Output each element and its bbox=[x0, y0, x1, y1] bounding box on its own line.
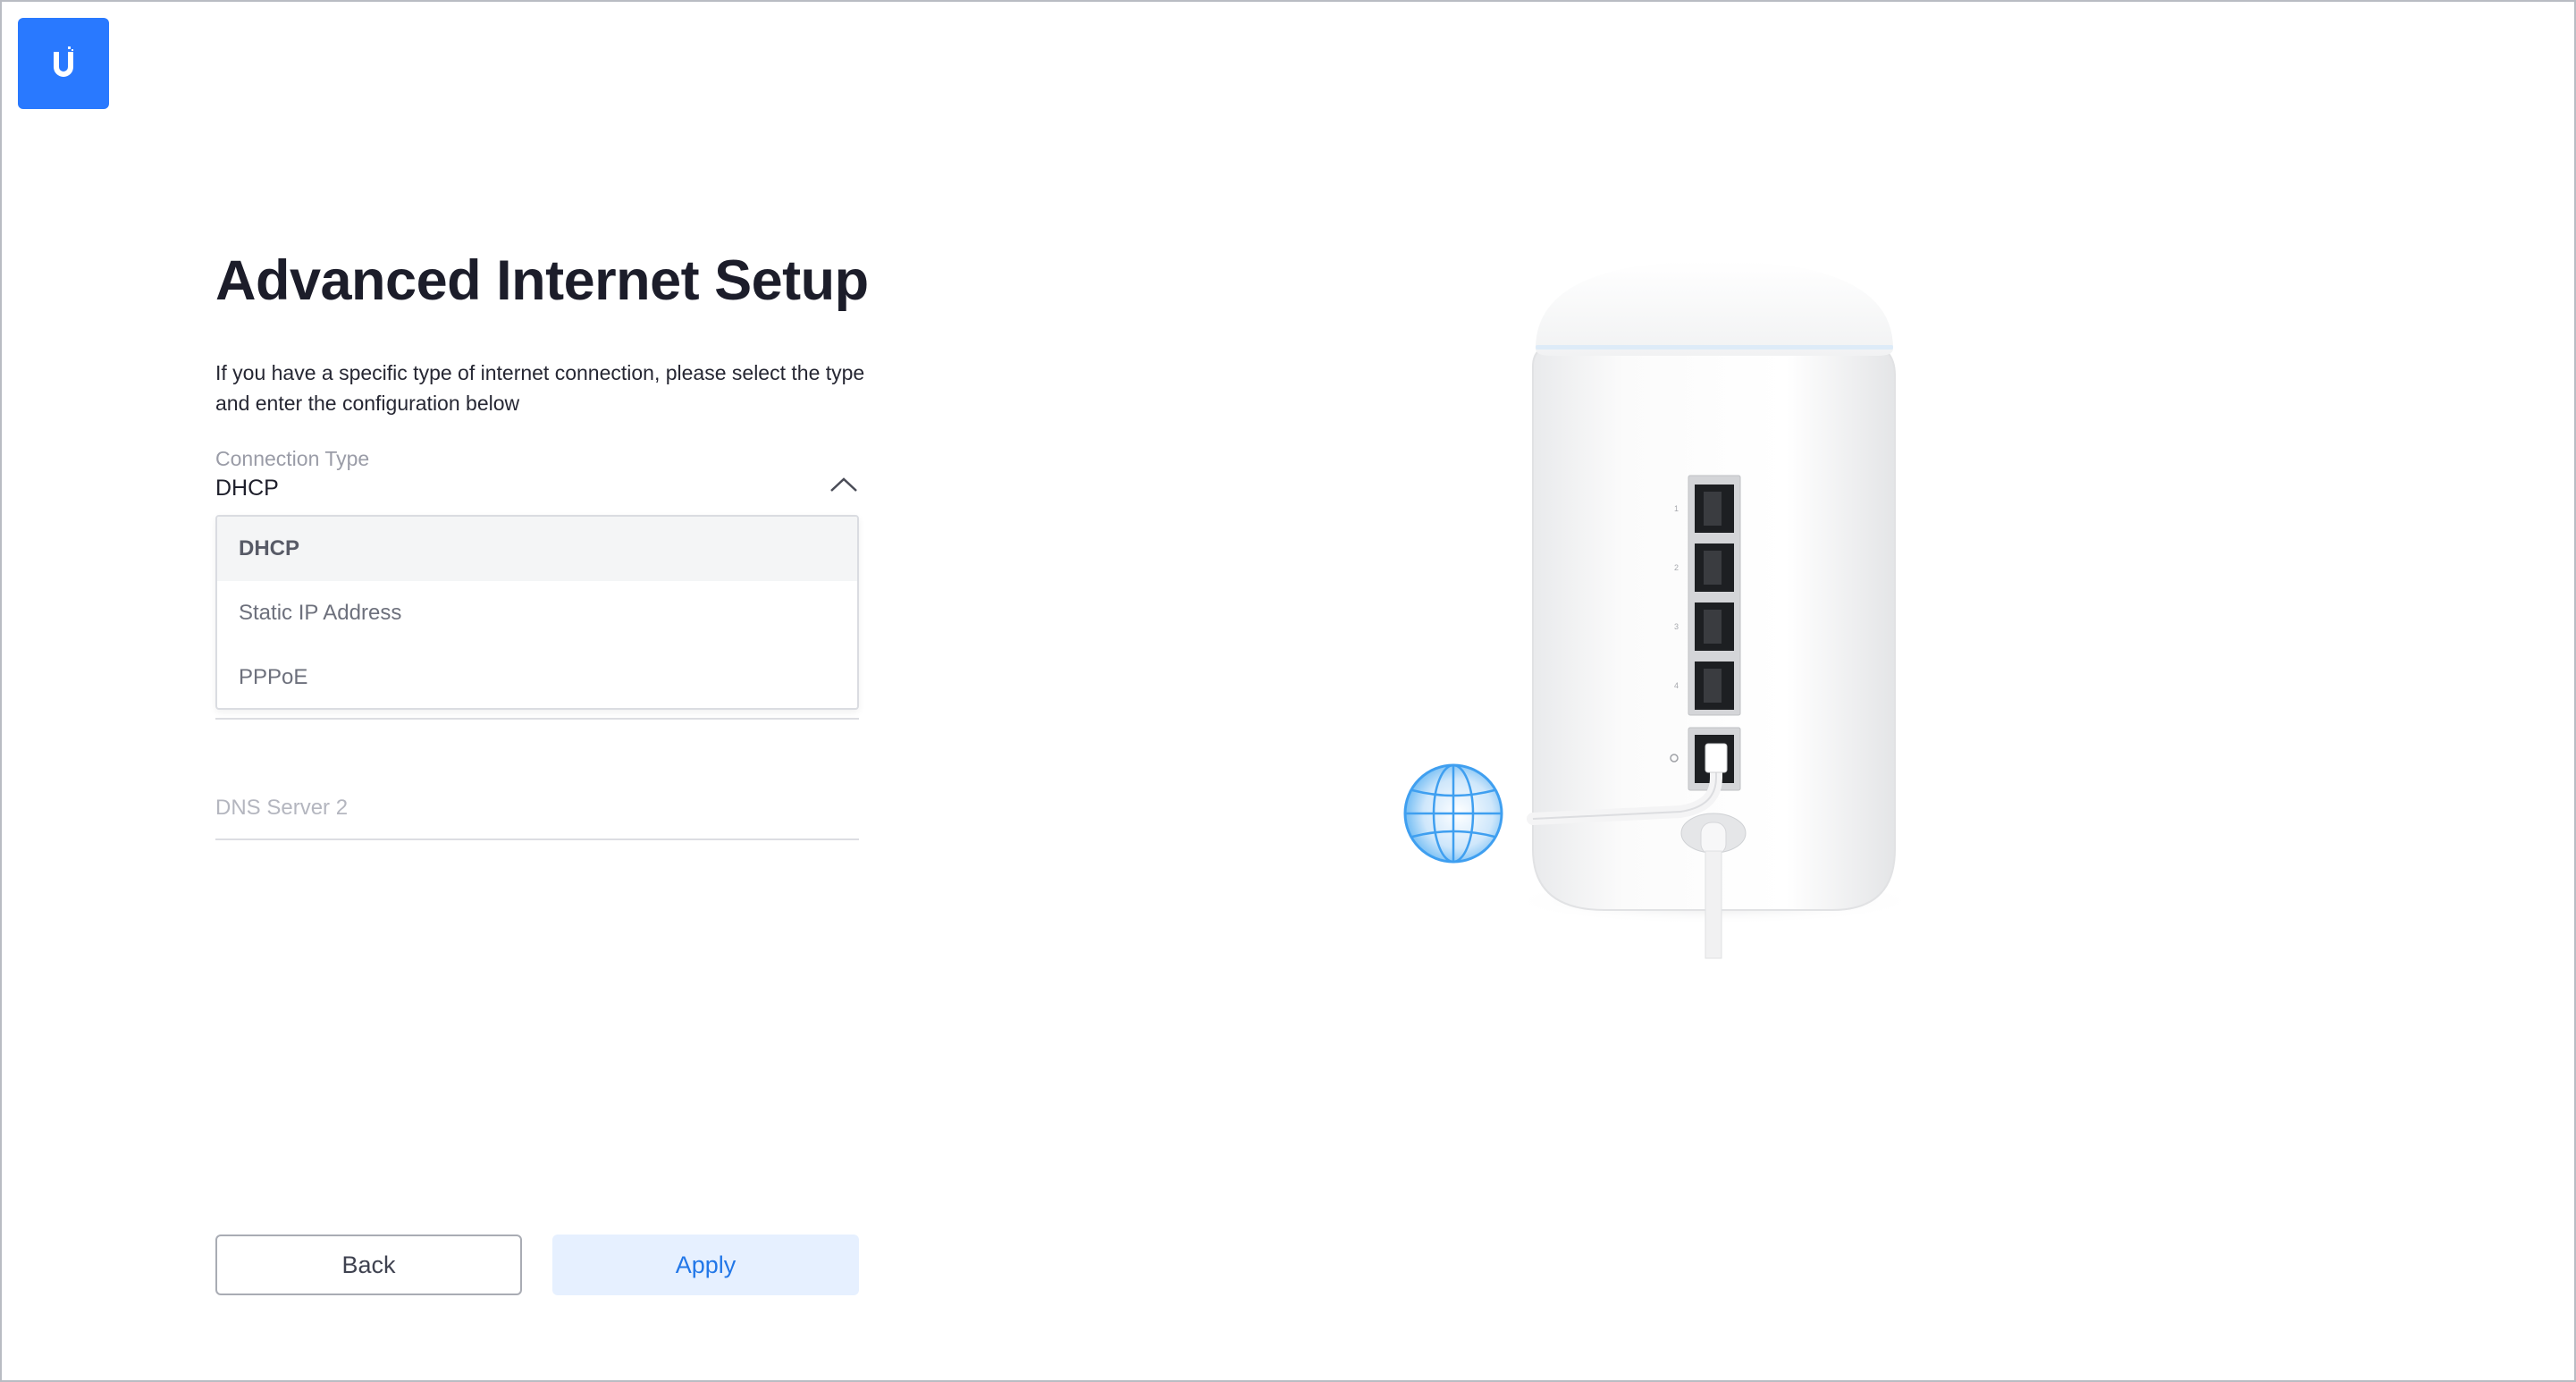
field-divider bbox=[215, 718, 859, 720]
back-button[interactable]: Back bbox=[215, 1235, 522, 1295]
globe-icon bbox=[1403, 763, 1503, 864]
connection-type-label: Connection Type bbox=[215, 447, 370, 470]
port-number-4: 4 bbox=[1674, 681, 1679, 690]
page-description: If you have a specific type of internet … bbox=[215, 361, 865, 415]
connection-type-select[interactable]: DHCP bbox=[215, 476, 279, 501]
ubiquiti-logo-icon[interactable] bbox=[18, 18, 109, 109]
port-number-3: 3 bbox=[1674, 622, 1679, 631]
u-logo-icon bbox=[54, 46, 73, 77]
dropdown-option-dhcp[interactable]: DHCP bbox=[217, 517, 857, 581]
page-title: Advanced Internet Setup bbox=[215, 249, 869, 312]
port-number-2: 2 bbox=[1674, 563, 1679, 572]
chevron-up-icon[interactable] bbox=[828, 474, 860, 495]
ethernet-ports bbox=[1688, 475, 1741, 716]
connection-type-dropdown: DHCP Static IP Address PPPoE bbox=[215, 515, 859, 710]
apply-button[interactable]: Apply bbox=[552, 1235, 859, 1295]
dropdown-option-static-ip[interactable]: Static IP Address bbox=[217, 581, 857, 645]
router-device-illustration: 1 2 3 4 bbox=[1403, 261, 1920, 959]
dns-server-2-input[interactable]: DNS Server 2 bbox=[215, 796, 348, 821]
port-number-1: 1 bbox=[1674, 504, 1679, 513]
dns-server-2-underline bbox=[215, 838, 859, 840]
dropdown-option-pppoe[interactable]: PPPoE bbox=[217, 645, 857, 708]
